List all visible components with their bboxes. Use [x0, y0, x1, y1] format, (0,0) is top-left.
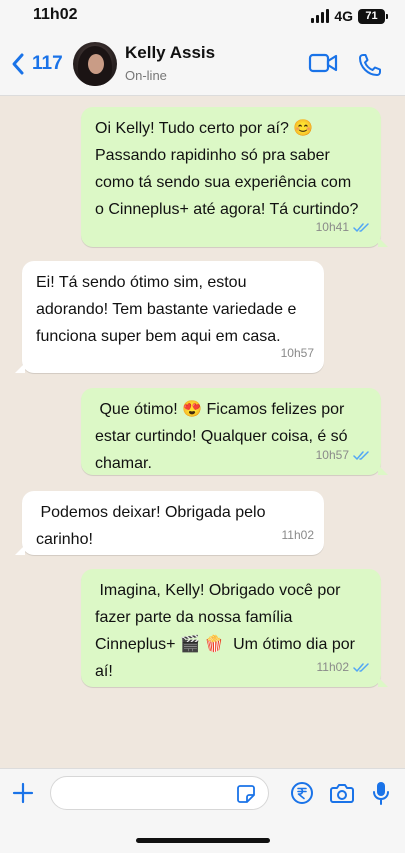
- sticker-icon: [237, 785, 255, 803]
- microphone-button[interactable]: [371, 780, 391, 811]
- message-meta: 11h02: [282, 522, 314, 549]
- contact-name[interactable]: Kelly Assis: [125, 43, 215, 63]
- video-camera-icon: [308, 53, 338, 73]
- battery-icon: 71: [358, 8, 388, 24]
- sticker-button[interactable]: [236, 784, 256, 809]
- phone-icon: [359, 54, 381, 76]
- composer-bar: [0, 768, 405, 853]
- message-time: 10h57: [280, 346, 314, 360]
- message-bubble-incoming[interactable]: Podemos deixar! Obrigada pelo carinho! 1…: [15, 491, 324, 555]
- message-bubble-outgoing[interactable]: Oi Kelly! Tudo certo por aí? 😊 Passando …: [81, 107, 388, 247]
- network-label: 4G: [334, 8, 353, 24]
- status-time: 11h02: [33, 6, 78, 23]
- message-meta: 10h57: [316, 442, 371, 469]
- message-text: Podemos deixar! Obrigada pelo carinho!: [36, 504, 266, 548]
- message-text: Ei! Tá sendo ótimo sim, estou adorando! …: [36, 274, 297, 345]
- signal-icon: [311, 9, 330, 23]
- top-bar: 11h02 4G 71 117 Kelly Assis On-line: [0, 0, 405, 96]
- message-text: Oi Kelly! Tudo certo por aí? 😊 Passando …: [95, 120, 359, 218]
- rupee-payment-icon: [291, 782, 313, 804]
- microphone-icon: [373, 782, 389, 805]
- voice-call-button[interactable]: [357, 52, 383, 83]
- home-indicator: [136, 838, 270, 843]
- attach-button[interactable]: [11, 781, 35, 810]
- back-button[interactable]: 117: [10, 52, 63, 76]
- camera-icon: [330, 784, 354, 803]
- plus-icon: [12, 782, 34, 804]
- read-ticks-icon: [353, 451, 369, 460]
- message-meta: 11h02: [317, 654, 371, 681]
- read-ticks-icon: [353, 223, 369, 232]
- contact-status: On-line: [125, 68, 167, 83]
- video-call-button[interactable]: [308, 52, 338, 79]
- read-ticks-icon: [353, 663, 369, 672]
- chevron-left-icon: [12, 53, 24, 75]
- message-bubble-outgoing[interactable]: Que ótimo! 😍 Ficamos felizes por estar c…: [81, 388, 388, 475]
- message-meta: 10h41: [316, 214, 371, 241]
- unread-count: 117: [32, 53, 63, 74]
- chat-header: 117 Kelly Assis On-line: [0, 34, 405, 96]
- message-time: 10h57: [315, 448, 349, 462]
- avatar[interactable]: [73, 42, 117, 86]
- message-time: 11h02: [281, 528, 314, 542]
- chat-area[interactable]: Oi Kelly! Tudo certo por aí? 😊 Passando …: [0, 96, 405, 768]
- message-meta: 10h57: [281, 340, 314, 367]
- payment-button[interactable]: [290, 781, 314, 810]
- camera-button[interactable]: [330, 782, 354, 809]
- message-bubble-outgoing[interactable]: Imagina, Kelly! Obrigado você por fazer …: [81, 569, 388, 687]
- status-bar: 11h02 4G 71: [0, 0, 405, 34]
- message-bubble-incoming[interactable]: Ei! Tá sendo ótimo sim, estou adorando! …: [15, 261, 324, 373]
- status-right: 4G 71: [311, 7, 388, 25]
- message-time: 11h02: [316, 660, 349, 674]
- message-time: 10h41: [315, 220, 349, 234]
